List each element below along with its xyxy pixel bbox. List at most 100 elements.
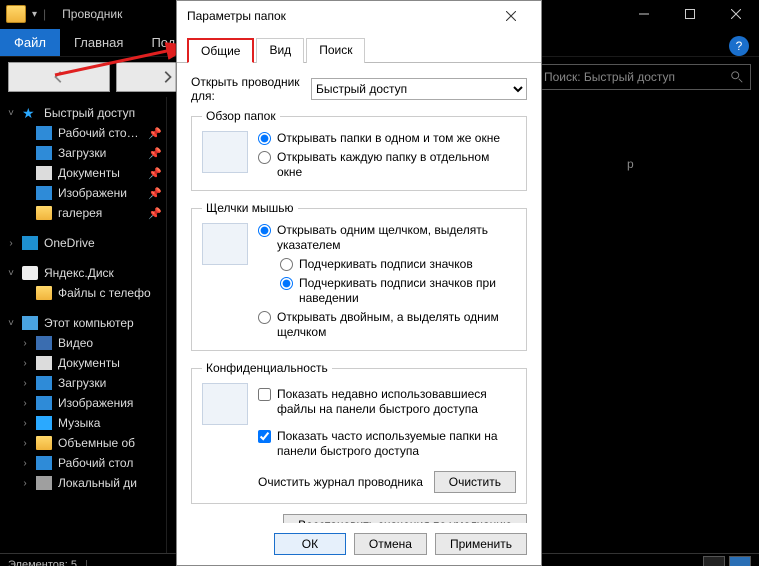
clear-history-button[interactable]: Очистить	[434, 471, 516, 493]
cancel-button[interactable]: Отмена	[354, 533, 427, 555]
expand-icon[interactable]: ˅	[6, 318, 16, 329]
sidebar-item-label: Локальный ди	[58, 476, 137, 490]
expand-icon[interactable]: ›	[20, 338, 30, 349]
checkbox-frequent-folders[interactable]: Показать часто используемые папки на пан…	[258, 429, 516, 459]
tab-general[interactable]: Общие	[187, 38, 254, 63]
sidebar-item-label: Документы	[58, 356, 120, 370]
sidebar-item-label: Видео	[58, 336, 93, 350]
pc-icon	[22, 316, 38, 330]
sidebar-item-label: OneDrive	[44, 236, 95, 250]
privacy-icon	[202, 383, 248, 425]
sidebar-item-label: Быстрый доступ	[44, 106, 135, 120]
sidebar-item[interactable]: › OneDrive	[0, 233, 166, 253]
sidebar-item[interactable]: Загрузки📌	[0, 143, 166, 163]
expand-icon[interactable]: ›	[20, 358, 30, 369]
radio-new-window[interactable]: Открывать каждую папку в отдельном окне	[258, 150, 516, 180]
sidebar-item[interactable]: галерея📌	[0, 203, 166, 223]
fold-icon	[36, 286, 52, 300]
yd-icon	[22, 266, 38, 280]
sidebar-item[interactable]: ˅ Яндекс.Диск	[0, 263, 166, 283]
sidebar-item[interactable]: › Документы	[0, 353, 166, 373]
help-button[interactable]: ?	[729, 36, 749, 56]
sidebar-item-label: Объемные об	[58, 436, 135, 450]
sidebar-item[interactable]: › Музыка	[0, 413, 166, 433]
nav-back-button[interactable]	[8, 62, 110, 92]
dialog-title: Параметры папок	[187, 9, 286, 23]
minimize-button[interactable]	[621, 0, 667, 28]
expand-icon[interactable]: ˅	[6, 268, 16, 279]
sidebar-item[interactable]: Документы 📌	[0, 163, 166, 183]
sidebar-item[interactable]: ˅ Быстрый доступ	[0, 103, 166, 123]
sidebar-item[interactable]: ›Изображения	[0, 393, 166, 413]
folder-options-dialog: Параметры папок Общие Вид Поиск Открыть …	[176, 0, 542, 566]
expand-icon[interactable]: ›	[20, 438, 30, 449]
expand-icon[interactable]: ˅	[6, 108, 16, 119]
mus-icon	[36, 416, 52, 430]
qat-dropdown-icon[interactable]: ▾	[32, 9, 37, 20]
sidebar-item-label: Яндекс.Диск	[44, 266, 114, 280]
maximize-button[interactable]	[667, 0, 713, 28]
dl-icon	[36, 376, 52, 390]
tab-search[interactable]: Поиск	[306, 38, 365, 63]
checkbox-recent-files[interactable]: Показать недавно использовавшиеся файлы …	[258, 387, 516, 417]
ok-button[interactable]: ОК	[274, 533, 346, 555]
close-button[interactable]	[713, 0, 759, 28]
vid-icon	[36, 336, 52, 350]
tab-view[interactable]: Вид	[256, 38, 304, 63]
radio-double-click[interactable]: Открывать двойным, а выделять одним щелч…	[258, 310, 516, 340]
privacy-legend: Конфиденциальность	[202, 361, 332, 375]
radio-underline-all[interactable]: Подчеркивать подписи значков	[280, 257, 516, 272]
sidebar-item-label: Этот компьютер	[44, 316, 134, 330]
dialog-close-button[interactable]	[491, 1, 531, 31]
sidebar-item[interactable]: › Видео	[0, 333, 166, 353]
pin-icon: 📌	[148, 187, 162, 200]
tab-home[interactable]: Главная	[60, 29, 137, 56]
radio-same-window[interactable]: Открывать папки в одном и том же окне	[258, 131, 516, 146]
sidebar-item[interactable]: › Объемные об	[0, 433, 166, 453]
expand-icon[interactable]: ›	[20, 478, 30, 489]
view-large-icons-button[interactable]	[729, 556, 751, 566]
sidebar-item[interactable]: Файлы с телефо	[0, 283, 166, 303]
img-icon	[36, 396, 52, 410]
view-details-button[interactable]	[703, 556, 725, 566]
qat-sep: |	[43, 7, 46, 21]
expand-icon[interactable]: ›	[20, 418, 30, 429]
radio-single-click[interactable]: Открывать одним щелчком, выделять указат…	[258, 223, 516, 253]
doc-icon	[36, 166, 52, 180]
click-items-group: Щелчки мышью Открывать одним щелчком, вы…	[191, 201, 527, 351]
expand-icon[interactable]: ›	[20, 398, 30, 409]
sidebar-item-label: Документы	[58, 166, 120, 180]
tab-file[interactable]: Файл	[0, 29, 60, 56]
folder-icon	[6, 5, 26, 23]
browse-folders-icon	[202, 131, 248, 173]
click-items-legend: Щелчки мышью	[202, 201, 298, 215]
sidebar-item-label: Загрузки	[58, 376, 106, 390]
dialog-tabs: Общие Вид Поиск	[177, 31, 541, 63]
search-icon	[730, 70, 744, 84]
restore-defaults-button[interactable]: Восстановить значения по умолчанию	[283, 514, 527, 523]
apply-button[interactable]: Применить	[435, 533, 527, 555]
search-input[interactable]: Поиск: Быстрый доступ	[537, 64, 751, 90]
expand-icon[interactable]: ›	[20, 458, 30, 469]
open-for-label: Открыть проводник для:	[191, 75, 301, 103]
fold-icon	[36, 436, 52, 450]
expand-icon[interactable]: ›	[6, 238, 16, 249]
pin-icon: 📌	[148, 167, 162, 180]
quick-access-toolbar: ▾ |	[0, 5, 52, 23]
open-for-select[interactable]: Быстрый доступ	[311, 78, 527, 100]
status-item-count: Элементов: 5	[8, 559, 77, 566]
expand-icon[interactable]: ›	[20, 378, 30, 389]
sidebar-item[interactable]: › Локальный ди	[0, 473, 166, 493]
pin-icon: 📌	[148, 207, 162, 220]
clear-history-label: Очистить журнал проводника	[258, 475, 423, 489]
sidebar-item-label: Музыка	[58, 416, 100, 430]
radio-underline-hover[interactable]: Подчеркивать подписи значков при наведен…	[280, 276, 516, 306]
navigation-pane[interactable]: ˅Быстрый доступРабочий сто…📌Загрузки📌Док…	[0, 97, 167, 553]
sidebar-item[interactable]: › Загрузки	[0, 373, 166, 393]
od-icon	[22, 236, 38, 250]
sidebar-item[interactable]: ›Рабочий стол	[0, 453, 166, 473]
pin-icon: 📌	[148, 127, 162, 140]
sidebar-item[interactable]: Рабочий сто…📌	[0, 123, 166, 143]
sidebar-item[interactable]: ˅ Этот компьютер	[0, 313, 166, 333]
sidebar-item[interactable]: Изображени📌	[0, 183, 166, 203]
